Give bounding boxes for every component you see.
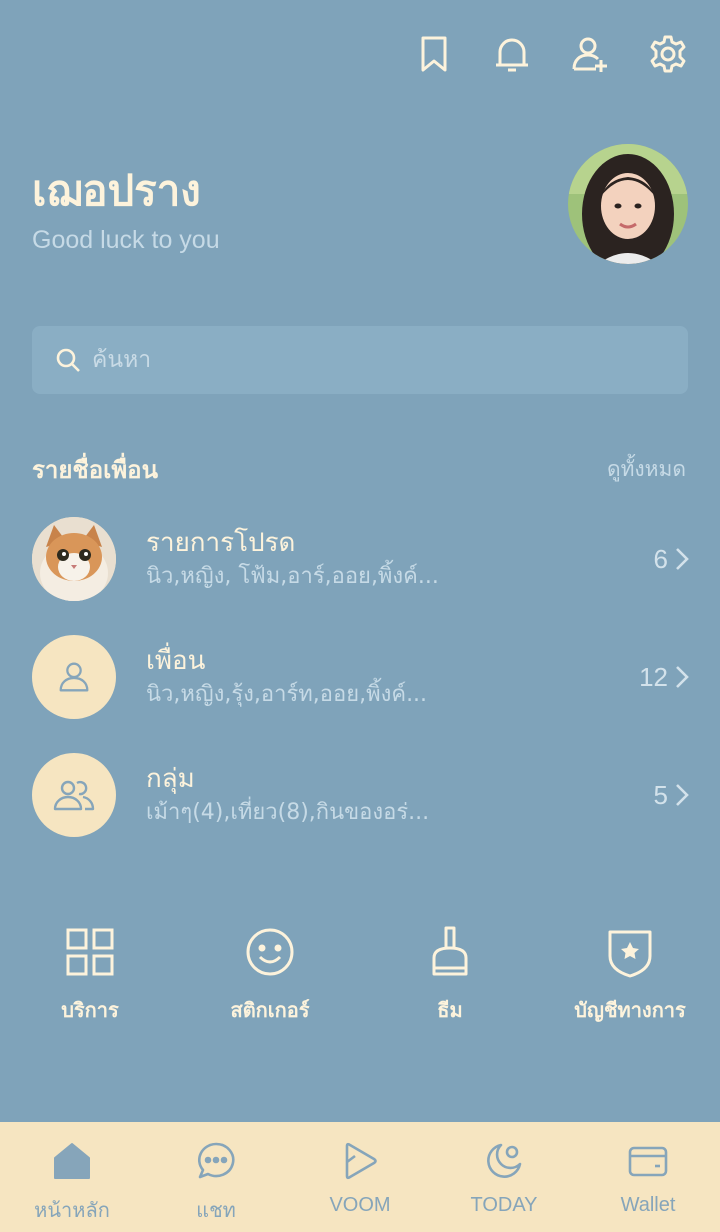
tab-voom-label: VOOM [329, 1194, 391, 1216]
bottom-tab-bar: หน้าหลัก แชท VOOM TODAY Wallet [0, 1122, 720, 1232]
search-bar[interactable] [32, 326, 688, 394]
list-item-groups[interactable]: กลุ่ม เม้าๆ(4),เที่ยว(8),กินของอร่... 5 [32, 752, 690, 838]
settings-button[interactable] [646, 30, 690, 78]
tab-wallet-label: Wallet [620, 1194, 676, 1216]
services-row: บริการ สติกเกอร์ ธีม บัญชีทางการ [0, 924, 720, 1026]
list-item-friends[interactable]: เพื่อน นิว,หญิง,รุ้ง,อาร์ท,ออย,พิ้งค์...… [32, 634, 690, 720]
official-accounts-button[interactable]: บัญชีทางการ [540, 924, 720, 1026]
favorites-cat-avatar [32, 517, 116, 601]
bell-icon [496, 38, 528, 72]
smiley-icon [246, 928, 294, 976]
bookmark-icon [421, 36, 447, 72]
groups-list: เม้าๆ(4),เที่ยว(8),กินของอร่... [146, 800, 430, 825]
tab-voom[interactable]: VOOM [288, 1122, 432, 1232]
list-item-favorites[interactable]: รายการโปรด นิว,หญิง, โฟ้ม,อาร์,ออย,พิ้งค… [32, 516, 690, 602]
profile-status-message[interactable]: Good luck to you [32, 226, 220, 255]
groups-count: 5 [654, 780, 690, 811]
gear-icon [650, 35, 686, 73]
bookmark-button[interactable] [412, 30, 456, 78]
tab-home[interactable]: หน้าหลัก [0, 1122, 144, 1232]
friends-count: 12 [639, 662, 690, 693]
chevron-right-icon [676, 548, 689, 570]
see-all-link[interactable]: ดูทั้งหมด [607, 453, 686, 486]
voom-play-icon [345, 1142, 377, 1180]
grid-icon [66, 928, 114, 976]
friends-members: นิว,หญิง,รุ้ง,อาร์ท,ออย,พิ้งค์... [146, 682, 428, 707]
search-input[interactable] [92, 347, 652, 373]
themes-label: ธีม [437, 998, 463, 1022]
home-icon [54, 1143, 90, 1179]
groups-count-value: 5 [653, 779, 668, 810]
chevron-right-icon [676, 784, 689, 806]
profile-avatar[interactable] [568, 144, 688, 264]
notifications-button[interactable] [490, 30, 534, 78]
friends-avatar [32, 635, 116, 719]
search-icon [56, 348, 80, 372]
friends-title: เพื่อน [146, 646, 206, 676]
tab-home-label: หน้าหลัก [34, 1200, 110, 1222]
paint-brush-icon [432, 926, 468, 976]
profile-name[interactable]: เฌอปราง [32, 158, 201, 224]
favorites-count-value: 6 [653, 543, 668, 574]
avatar-photo [568, 144, 688, 264]
wallet-icon [628, 1146, 668, 1177]
moon-icon [487, 1143, 522, 1178]
official-accounts-label: บัญชีทางการ [574, 998, 686, 1022]
chevron-right-icon [676, 666, 689, 688]
header-actions [412, 30, 690, 78]
favorites-members: นิว,หญิง, โฟ้ม,อาร์,ออย,พิ้งค์... [146, 564, 439, 589]
add-friend-button[interactable] [568, 30, 612, 78]
groups-title: กลุ่ม [146, 764, 195, 794]
favorites-count: 6 [654, 544, 690, 575]
add-friend-icon [572, 37, 607, 72]
services-button[interactable]: บริการ [0, 924, 180, 1026]
tab-today-label: TODAY [470, 1194, 538, 1216]
shield-star-icon [608, 930, 652, 978]
friends-section-header: รายชื่อเพื่อน ดูทั้งหมด [32, 450, 686, 489]
friends-section-title: รายชื่อเพื่อน [32, 456, 158, 484]
person-icon [59, 662, 89, 692]
tab-today[interactable]: TODAY [432, 1122, 576, 1232]
themes-button[interactable]: ธีม [360, 924, 540, 1026]
chat-icon [198, 1142, 235, 1179]
tab-wallet[interactable]: Wallet [576, 1122, 720, 1232]
group-icon [53, 780, 95, 811]
tab-chat[interactable]: แชท [144, 1122, 288, 1232]
tab-chat-label: แชท [196, 1200, 236, 1222]
groups-avatar [32, 753, 116, 837]
favorites-title: รายการโปรด [146, 528, 296, 558]
services-label: บริการ [61, 998, 119, 1022]
stickers-label: สติกเกอร์ [230, 998, 310, 1022]
stickers-button[interactable]: สติกเกอร์ [180, 924, 360, 1026]
friends-count-value: 12 [639, 661, 668, 692]
